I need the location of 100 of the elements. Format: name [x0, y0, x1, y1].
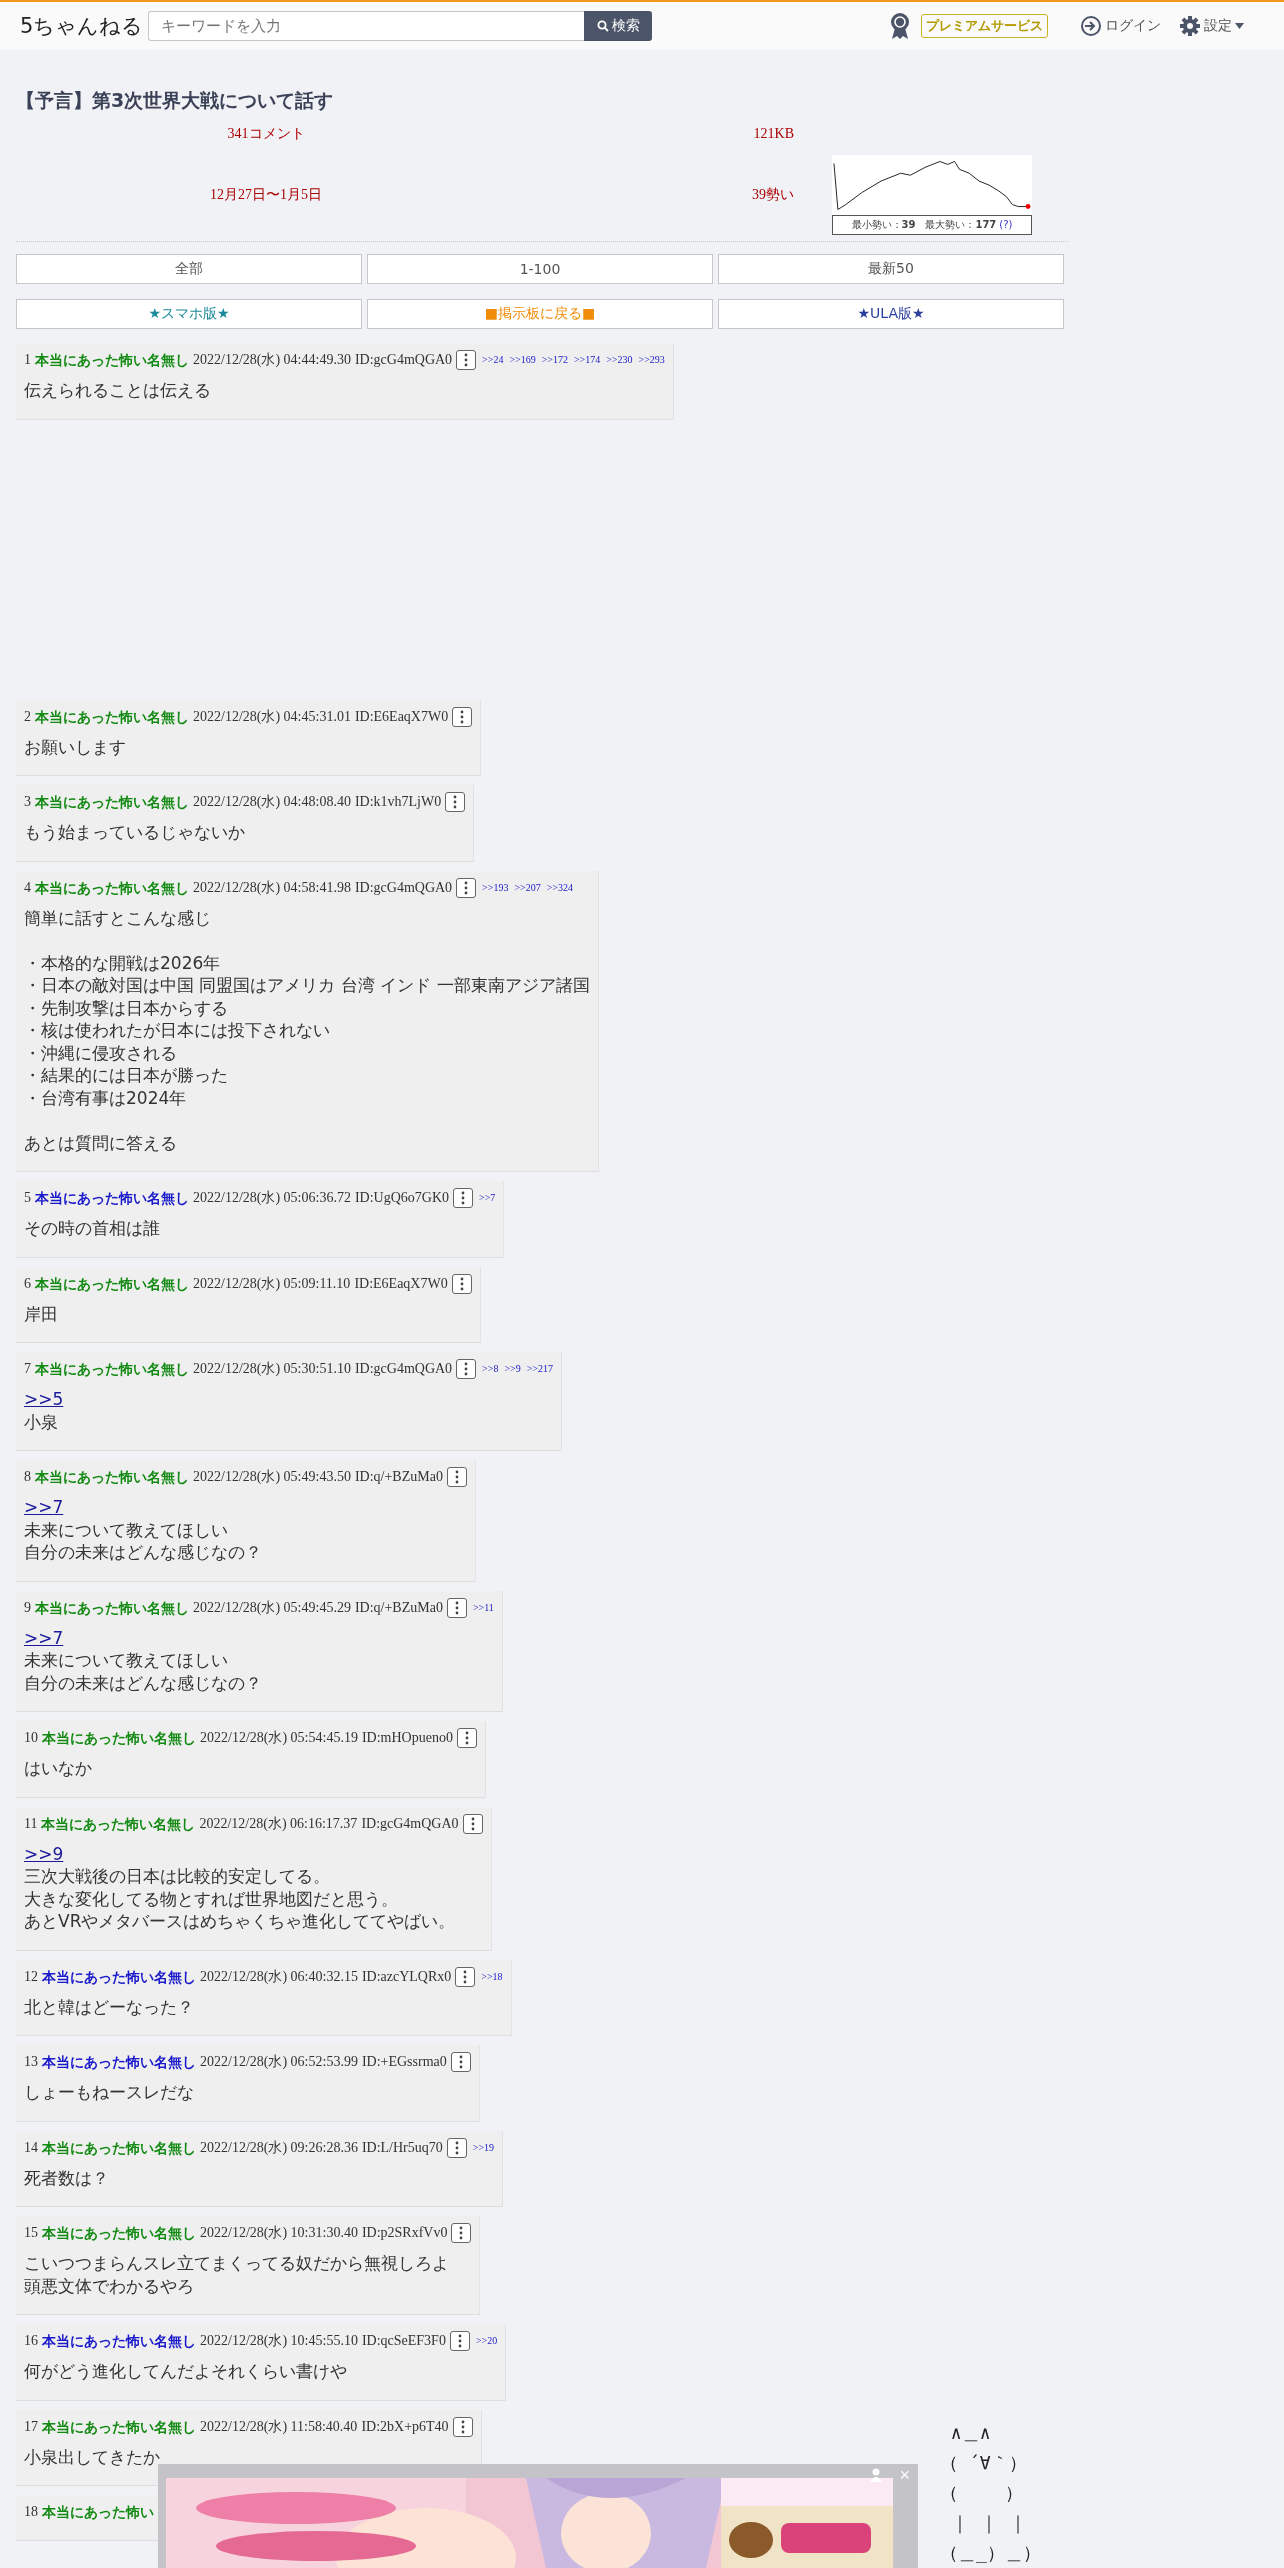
reply-link[interactable]: >>24: [482, 349, 504, 371]
reply-link[interactable]: >>169: [509, 349, 536, 371]
poster-name: 本当にあった怖い名無し: [35, 1274, 189, 1294]
menu-button[interactable]: [462, 1813, 483, 1834]
reply-link[interactable]: >>8: [482, 1358, 499, 1380]
poster-name: 本当にあった怖い: [42, 2503, 154, 2522]
menu-button[interactable]: [452, 2416, 473, 2437]
post-number: 13: [24, 2053, 38, 2071]
poster-name: 本当にあった怖い名無し: [42, 2417, 196, 2437]
reply-link[interactable]: >>172: [541, 349, 568, 371]
reply-link[interactable]: >>217: [526, 1358, 553, 1380]
post-text: 北と韓はどーなった？: [24, 1995, 195, 2018]
reply-link[interactable]: >>324: [546, 876, 573, 899]
reply-link[interactable]: >>20: [475, 2330, 498, 2352]
menu-button[interactable]: [446, 1597, 467, 1618]
menu-button[interactable]: [456, 1728, 477, 1748]
post-number: 4: [24, 878, 31, 897]
search-button[interactable]: 検索: [584, 11, 652, 41]
menu-button[interactable]: [449, 2331, 470, 2351]
anchor-link[interactable]: >>5: [24, 1388, 64, 1411]
post-date: 2022/12/28(水) 10:31:30.40: [200, 2224, 358, 2242]
post-number: 8: [24, 1468, 31, 1486]
menu-button[interactable]: [445, 792, 466, 812]
post-number: 10: [24, 1729, 38, 1747]
nav-button[interactable]: ★ULA版★: [718, 299, 1064, 329]
thread-title: 【予言】第3次世界大戦について話す: [16, 88, 335, 113]
nav-button[interactable]: 全部: [16, 254, 362, 284]
poster-id: ID:L/Hr5uq70: [361, 2138, 443, 2157]
anchor-link[interactable]: >>7: [24, 1496, 64, 1519]
anchor-link[interactable]: >>7: [24, 1626, 64, 1649]
reply-link[interactable]: >>9: [504, 1358, 521, 1380]
reply-link[interactable]: >>193: [482, 876, 509, 899]
menu-button[interactable]: [455, 1966, 476, 1987]
post-number: 6: [24, 1274, 31, 1293]
reply-link[interactable]: >>7: [479, 1187, 496, 1209]
menu-button[interactable]: [450, 2052, 471, 2072]
nav-button[interactable]: 1-100: [367, 254, 713, 284]
poster-name: 本当にあった怖い名無し: [42, 1729, 196, 1748]
post-text: あとは質問に答える: [24, 1131, 178, 1154]
post-text: 自分の未来はどんな感じなの？: [24, 1671, 263, 1694]
post-number: 11: [24, 1814, 38, 1833]
post-date: 2022/12/28(水) 05:54:45.19: [200, 1729, 358, 1747]
thread-period: 12月27日〜1月5日: [210, 186, 322, 204]
post-date: 2022/12/28(水) 09:26:28.36: [200, 2138, 358, 2157]
post-number: 3: [24, 793, 31, 811]
more-icon: [463, 1969, 468, 1984]
menu-button[interactable]: [453, 1188, 473, 1208]
post-date: 2022/12/28(水) 04:58:41.98: [193, 878, 351, 897]
post-number: 15: [24, 2224, 38, 2242]
reply-link[interactable]: >>18: [481, 1965, 503, 1988]
reply-link[interactable]: >>293: [638, 349, 665, 371]
poster-name: 本当にあった怖い名無し: [35, 878, 189, 898]
post-text: こいつつまらんスレ立てまくってる奴だから無視しろよ: [24, 2252, 450, 2275]
menu-button[interactable]: [446, 1467, 467, 1487]
post-date: 2022/12/28(水) 04:48:08.40: [193, 793, 351, 811]
more-icon: [464, 880, 469, 895]
poster-id: ID:UgQ6o7GK0: [354, 1189, 449, 1207]
reply-link[interactable]: >>230: [606, 349, 633, 371]
reply-link[interactable]: >>11: [472, 1596, 494, 1619]
nav-button[interactable]: 最新50: [718, 254, 1064, 284]
reply-link[interactable]: >>174: [573, 349, 601, 371]
poster-name: 本当にあった怖い名無し: [35, 1468, 189, 1487]
menu-button[interactable]: [451, 1273, 472, 1294]
poster-id: ID:E6EaqX7W0: [354, 707, 449, 726]
post-number: 12: [24, 1967, 38, 1986]
menu-button[interactable]: [456, 350, 477, 370]
menu-button[interactable]: [456, 1359, 477, 1379]
poster-id: ID:+EGssrma0: [361, 2053, 447, 2071]
post-text: もう始まっているじゃないか: [24, 821, 246, 844]
post-date: 2022/12/28(水) 04:45:31.01: [193, 707, 351, 726]
poster-name: 本当にあった怖い名無し: [35, 707, 189, 727]
more-icon: [460, 2419, 465, 2434]
more-icon: [464, 353, 469, 367]
more-icon: [464, 1731, 469, 1745]
ascii-art: ∧＿∧ （ ´∀｀） （ ） ｜ ｜ ｜ （＿_）＿）: [940, 2421, 1041, 2565]
menu-button[interactable]: [446, 2137, 467, 2158]
poster-id: ID:gcG4mQGA0: [354, 1360, 453, 1378]
more-icon: [454, 2140, 459, 2155]
reply-link[interactable]: >>19: [472, 2136, 495, 2159]
search-field[interactable]: キーワードを入力: [148, 11, 584, 41]
menu-button[interactable]: [452, 706, 473, 727]
post-text: 小泉出してきたか: [24, 2445, 161, 2468]
poster-id: ID:p2SRxfVv0: [361, 2224, 448, 2242]
post-date: 2022/12/28(水) 05:30:51.10: [193, 1360, 351, 1378]
poster-name: 本当にあった怖い名無し: [35, 793, 189, 812]
more-icon: [454, 1600, 459, 1615]
anchor-link[interactable]: >>9: [24, 1842, 64, 1865]
help-link[interactable]: (?): [999, 219, 1013, 230]
settings-link[interactable]: 設定: [1179, 15, 1244, 37]
login-link[interactable]: ログイン: [1080, 15, 1161, 37]
menu-button[interactable]: [456, 877, 477, 898]
site-logo[interactable]: 5ちゃんねる: [20, 12, 148, 40]
more-icon: [470, 1816, 475, 1831]
poster-id: ID:qcSeEF3F0: [361, 2332, 446, 2350]
person-icon: [870, 2468, 882, 2482]
menu-button[interactable]: [451, 2223, 472, 2243]
more-icon: [457, 2334, 462, 2348]
more-icon: [458, 2055, 463, 2069]
nav-button[interactable]: ★スマホ版★: [16, 299, 362, 329]
reply-link[interactable]: >>207: [514, 876, 541, 899]
